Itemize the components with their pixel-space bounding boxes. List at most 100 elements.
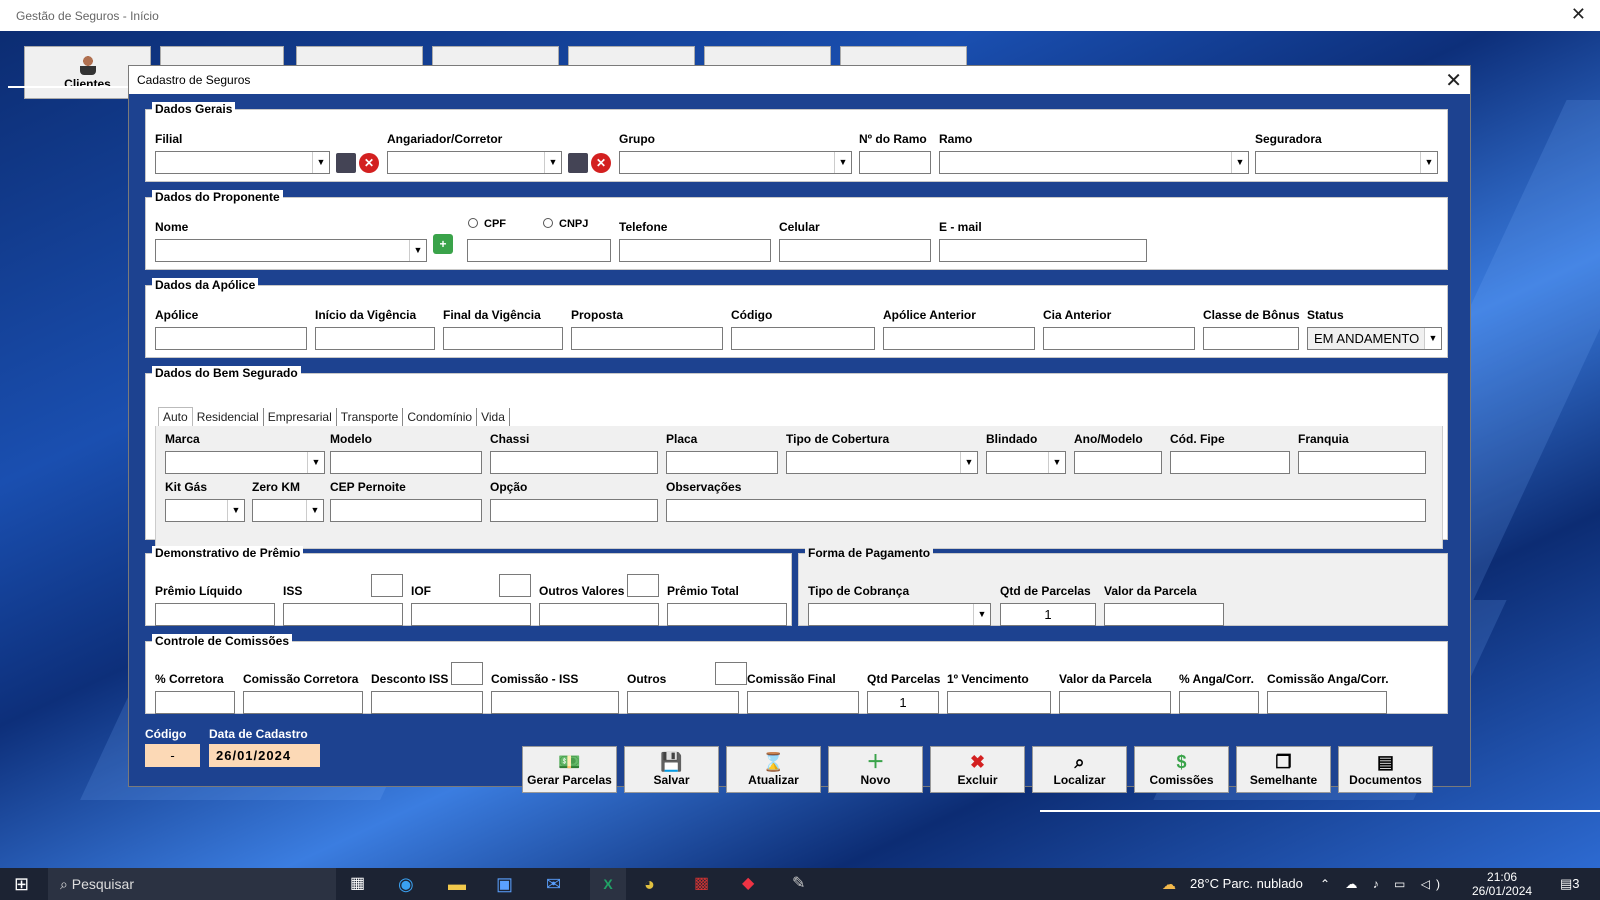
atualizar-button[interactable]: ⌛ Atualizar [726, 746, 821, 793]
delete-icon[interactable]: ✕ [591, 153, 611, 173]
valor-parcela-input[interactable] [1059, 691, 1171, 714]
observacoes-input[interactable] [666, 499, 1426, 522]
top-button-6[interactable] [704, 46, 831, 66]
celular-input[interactable] [779, 239, 931, 262]
folder-icon[interactable]: ▬ [448, 868, 466, 900]
tab-auto[interactable]: Auto [158, 407, 193, 426]
documentos-button[interactable]: ▤ Documentos [1338, 746, 1433, 793]
valor-parcela-input[interactable] [1104, 603, 1224, 626]
comissao-iss-input[interactable] [491, 691, 619, 714]
semelhante-button[interactable]: ❐ Semelhante [1236, 746, 1331, 793]
status-select[interactable]: EM ANDAMENTO ▼ [1307, 327, 1442, 350]
excluir-button[interactable]: ✖ Excluir [930, 746, 1025, 793]
email-input[interactable] [939, 239, 1147, 262]
add-person-icon[interactable]: + [433, 234, 453, 254]
excel-icon[interactable]: X [590, 868, 626, 900]
tray-icons[interactable]: ⌃ ☁ ♪ ▭ ◁) [1320, 868, 1446, 900]
final-vigencia-input[interactable] [443, 327, 563, 350]
desconto-iss-percent-input[interactable] [451, 662, 483, 685]
angariador-select[interactable]: ▼ [387, 151, 562, 174]
qtd-parcelas-input[interactable]: 1 [1000, 603, 1096, 626]
placa-input[interactable] [666, 451, 778, 474]
comissao-corretora-input[interactable] [243, 691, 363, 714]
tab-transporte[interactable]: Transporte [337, 408, 404, 426]
telefone-input[interactable] [619, 239, 771, 262]
marca-select[interactable]: ▼ [165, 451, 325, 474]
iof-input[interactable] [411, 603, 531, 626]
tipo-cobranca-select[interactable]: ▼ [808, 603, 991, 626]
novo-button[interactable]: ＋ Novo [828, 746, 923, 793]
grupo-select[interactable]: ▼ [619, 151, 852, 174]
iof-percent-input[interactable] [499, 574, 531, 597]
desconto-iss-input[interactable] [371, 691, 483, 714]
outros-percent-input[interactable] [627, 574, 659, 597]
inicio-vigencia-input[interactable] [315, 327, 435, 350]
nome-select[interactable]: ▼ [155, 239, 427, 262]
comissoes-button[interactable]: $ Comissões [1134, 746, 1229, 793]
app-icon[interactable]: ▩ [694, 868, 709, 900]
top-button-3[interactable] [296, 46, 423, 66]
taskbar-search[interactable]: ⌕ Pesquisar [48, 868, 336, 900]
floppy-icon[interactable] [336, 153, 356, 173]
top-button-2[interactable] [160, 46, 284, 66]
chrome-icon[interactable]: ◕ [644, 868, 655, 900]
cpf-radio[interactable]: CPF [468, 218, 506, 230]
apolice-input[interactable] [155, 327, 307, 350]
tab-empresarial[interactable]: Empresarial [264, 408, 337, 426]
mail-icon[interactable]: ✉ [546, 868, 561, 900]
primeiro-vencimento-input[interactable] [947, 691, 1051, 714]
outros-input[interactable] [627, 691, 739, 714]
seguradora-select[interactable]: ▼ [1255, 151, 1438, 174]
floppy-icon[interactable] [568, 153, 588, 173]
weather-text[interactable]: 28°C Parc. nublado [1190, 868, 1303, 900]
ano-modelo-input[interactable] [1074, 451, 1162, 474]
ramo-select[interactable]: ▼ [939, 151, 1249, 174]
filial-select[interactable]: ▼ [155, 151, 330, 174]
kit-gas-select[interactable]: ▼ [165, 499, 245, 522]
iss-input[interactable] [283, 603, 403, 626]
classe-bonus-input[interactable] [1203, 327, 1299, 350]
top-button-5[interactable] [568, 46, 695, 66]
cod-fipe-input[interactable] [1170, 451, 1290, 474]
comissao-final-input[interactable] [747, 691, 859, 714]
localizar-button[interactable]: ⌕ Localizar [1032, 746, 1127, 793]
proposta-input[interactable] [571, 327, 723, 350]
paint-icon[interactable]: ✎ [792, 868, 805, 900]
opcao-input[interactable] [490, 499, 658, 522]
premio-liquido-input[interactable] [155, 603, 275, 626]
comissao-anga-input[interactable] [1267, 691, 1387, 714]
main-close-button[interactable]: ✕ [1571, 4, 1586, 25]
cia-anterior-input[interactable] [1043, 327, 1195, 350]
top-button-7[interactable] [840, 46, 967, 66]
cnpj-radio[interactable]: CNPJ [543, 218, 588, 230]
tab-condominio[interactable]: Condomínio [403, 408, 478, 426]
edge-icon[interactable]: ◉ [398, 868, 414, 900]
tab-vida[interactable]: Vida [477, 408, 510, 426]
cpf-cnpj-input[interactable] [467, 239, 611, 262]
tab-residencial[interactable]: Residencial [193, 408, 264, 426]
perc-anga-input[interactable] [1179, 691, 1259, 714]
anydesk-icon[interactable]: ◆ [742, 868, 754, 900]
notifications-icon[interactable]: ▤3 [1560, 868, 1580, 900]
apolice-anterior-input[interactable] [883, 327, 1035, 350]
tipo-cobertura-select[interactable]: ▼ [786, 451, 978, 474]
modelo-input[interactable] [330, 451, 482, 474]
blindado-select[interactable]: ▼ [986, 451, 1066, 474]
gerar-parcelas-button[interactable]: 💵 Gerar Parcelas [522, 746, 617, 793]
window-close-button[interactable]: ✕ [1445, 68, 1462, 93]
outros-valores-input[interactable] [539, 603, 659, 626]
franquia-input[interactable] [1298, 451, 1426, 474]
perc-corretora-input[interactable] [155, 691, 235, 714]
delete-icon[interactable]: ✕ [359, 153, 379, 173]
premio-total-input[interactable] [667, 603, 787, 626]
chassi-input[interactable] [490, 451, 658, 474]
nramo-input[interactable] [859, 151, 931, 174]
store-icon[interactable]: ▣ [496, 868, 513, 900]
iss-percent-input[interactable] [371, 574, 403, 597]
zero-km-select[interactable]: ▼ [252, 499, 324, 522]
codigo-input[interactable] [731, 327, 875, 350]
windows-start-icon[interactable]: ⊞ [14, 868, 29, 900]
task-view-icon[interactable]: ▦ [350, 868, 365, 900]
salvar-button[interactable]: 💾 Salvar [624, 746, 719, 793]
clock[interactable]: 21:06 26/01/2024 [1472, 870, 1532, 900]
